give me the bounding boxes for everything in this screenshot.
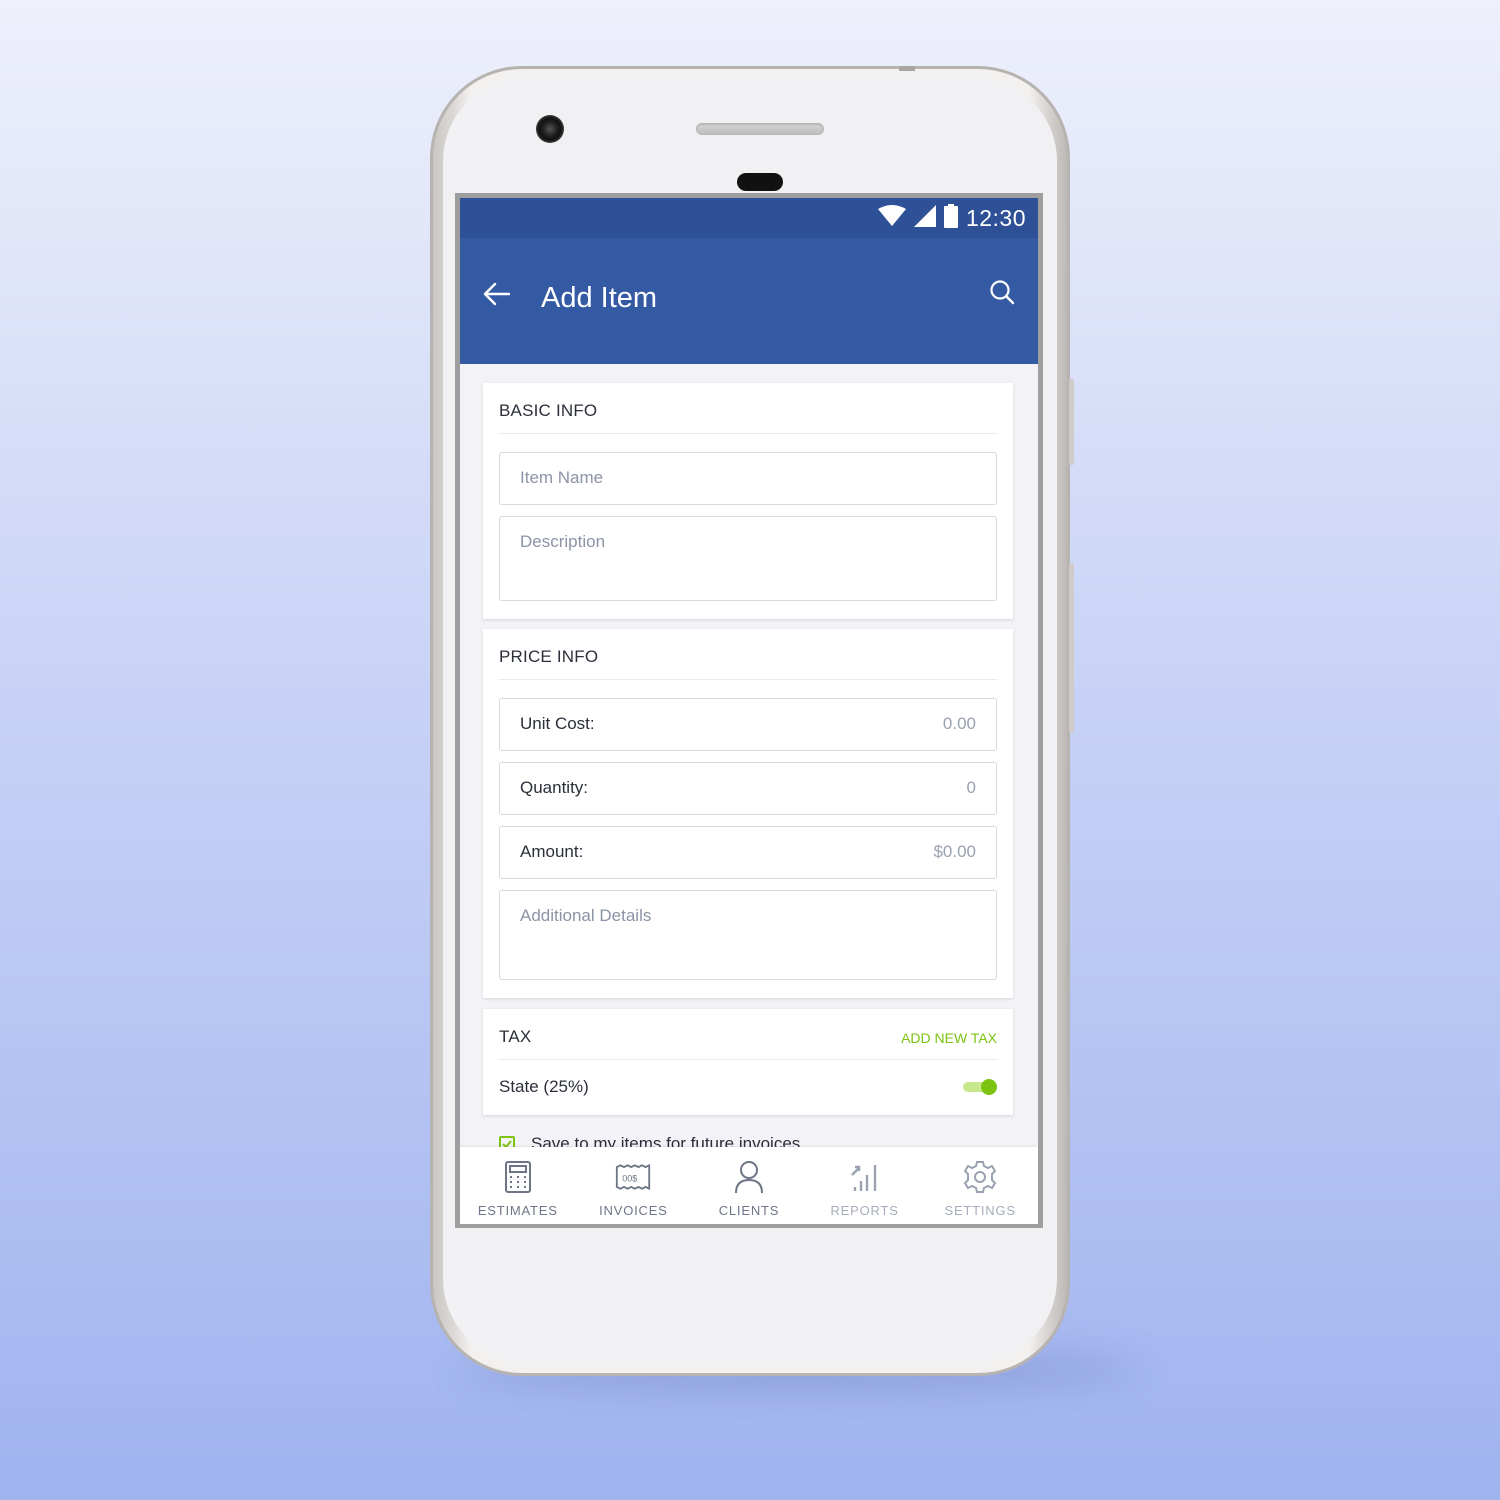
nav-item-clients[interactable]: CLIENTS: [691, 1147, 807, 1224]
gear-icon: [962, 1159, 998, 1195]
front-camera: [536, 115, 564, 143]
additional-details-placeholder: Additional Details: [520, 906, 652, 925]
svg-text:00$: 00$: [623, 1174, 638, 1184]
arrow-left-icon: [482, 282, 511, 311]
tax-title: TAX: [499, 1027, 532, 1046]
check-icon: [502, 1140, 512, 1147]
page-title: Add Item: [541, 282, 658, 314]
description-input[interactable]: Description: [499, 516, 997, 601]
quantity-label: Quantity:: [520, 778, 589, 797]
basic-info-title: BASIC INFO: [499, 401, 598, 420]
person-icon: [731, 1159, 767, 1195]
phone-antenna-mark: [899, 66, 915, 71]
nav-label-settings: SETTINGS: [944, 1203, 1016, 1218]
nav-label-clients: CLIENTS: [718, 1203, 780, 1218]
price-info-title: PRICE INFO: [499, 647, 599, 666]
amount-value: $0.00: [933, 842, 976, 861]
app-bar: Add Item: [460, 238, 1038, 364]
tax-item-row: State (25%): [499, 1067, 997, 1107]
battery-icon: [943, 203, 958, 233]
status-time: 12:30: [965, 204, 1026, 231]
nav-label-reports: REPORTS: [830, 1203, 899, 1218]
calculator-icon: [500, 1159, 536, 1195]
toggle-thumb: [981, 1079, 997, 1095]
item-name-placeholder: Item Name: [520, 468, 604, 487]
save-to-items-row[interactable]: Save to my items for future invoices: [499, 1134, 800, 1147]
wifi-icon: [877, 204, 906, 232]
basic-info-card: BASIC INFO Item Name Description: [483, 383, 1013, 619]
bottom-nav: ESTIMATES 00$ INVOICES CLIENTS REPORTS S…: [460, 1147, 1038, 1224]
phone-volume-button: [1069, 563, 1074, 733]
nav-label-invoices: INVOICES: [599, 1203, 668, 1218]
price-info-card: PRICE INFO Unit Cost: 0.00 Quantity: 0 A…: [483, 629, 1013, 998]
additional-details-input[interactable]: Additional Details: [499, 890, 997, 980]
form-content[interactable]: BASIC INFO Item Name Description PRICE I…: [460, 364, 1038, 1147]
search-button[interactable]: [984, 276, 1020, 312]
unit-cost-label: Unit Cost:: [520, 714, 595, 733]
cell-signal-icon: [913, 204, 936, 232]
add-new-tax-button[interactable]: ADD NEW TAX: [901, 1022, 997, 1046]
search-icon: [989, 279, 1015, 310]
tax-header: TAX ADD NEW TAX: [499, 1009, 997, 1060]
status-icons: 12:30: [877, 202, 1026, 234]
chart-icon: [847, 1159, 883, 1195]
save-to-items-label: Save to my items for future invoices: [531, 1134, 801, 1147]
nav-item-estimates[interactable]: ESTIMATES: [460, 1147, 576, 1224]
save-to-items-checkbox[interactable]: [499, 1136, 515, 1147]
description-placeholder: Description: [520, 532, 606, 551]
phone-screen: 12:30 Add Item BASIC INFO Item Name Desc…: [455, 193, 1043, 1228]
price-info-header: PRICE INFO: [499, 629, 997, 680]
tax-item-label: State (25%): [499, 1077, 589, 1096]
nav-label-estimates: ESTIMATES: [477, 1203, 558, 1218]
invoice-icon: 00$: [615, 1159, 651, 1195]
tax-item-toggle[interactable]: [963, 1077, 997, 1097]
unit-cost-input[interactable]: Unit Cost: 0.00: [499, 698, 997, 751]
earpiece-speaker: [696, 123, 824, 135]
basic-info-header: BASIC INFO: [499, 383, 997, 434]
back-button[interactable]: [478, 278, 514, 314]
tax-card: TAX ADD NEW TAX State (25%): [483, 1009, 1013, 1115]
quantity-value: 0: [966, 778, 976, 797]
amount-field[interactable]: Amount: $0.00: [499, 826, 997, 879]
unit-cost-value: 0.00: [942, 714, 976, 733]
nav-item-invoices[interactable]: 00$ INVOICES: [576, 1147, 692, 1224]
quantity-input[interactable]: Quantity: 0: [499, 762, 997, 815]
nav-item-settings[interactable]: SETTINGS: [922, 1147, 1038, 1224]
nav-item-reports[interactable]: REPORTS: [807, 1147, 923, 1224]
status-bar: 12:30: [460, 198, 1038, 238]
item-name-input[interactable]: Item Name: [499, 452, 997, 505]
phone-power-button: [1069, 379, 1074, 465]
proximity-sensor: [737, 173, 783, 191]
amount-label: Amount:: [520, 842, 584, 861]
